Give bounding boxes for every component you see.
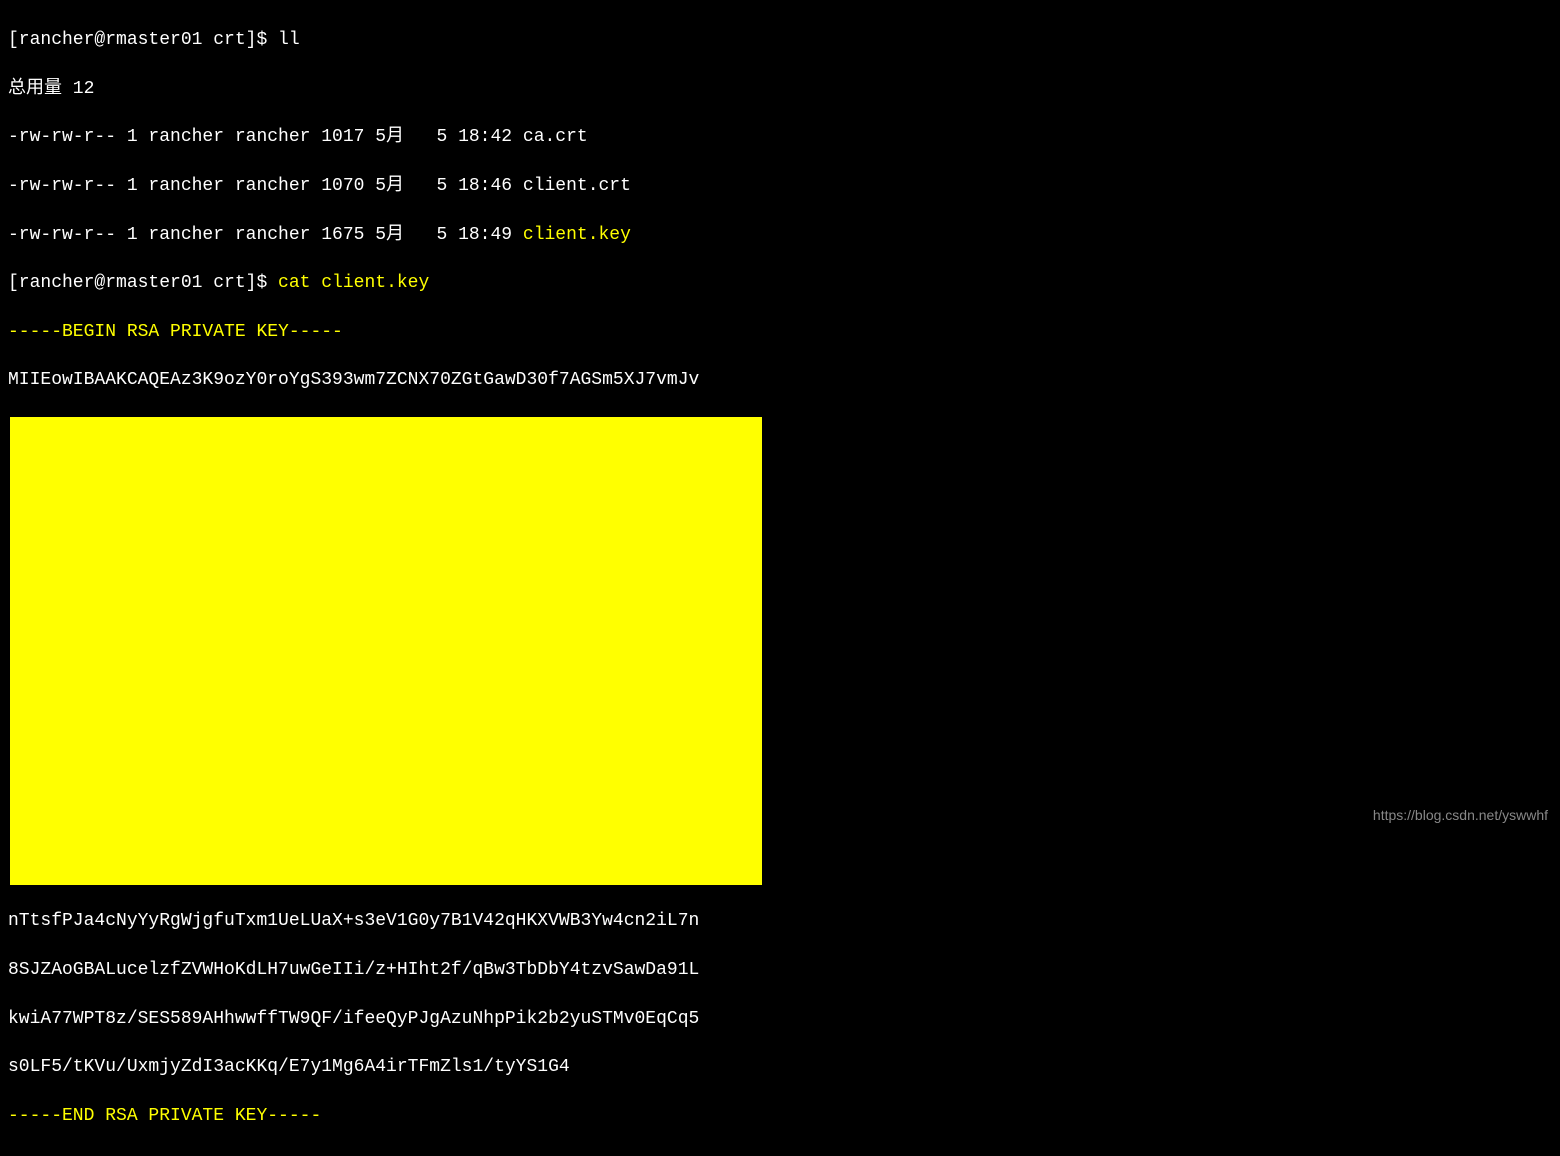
command-line-2: [rancher@rmaster01 crt]$ cat client.key [8, 271, 1552, 295]
redacted-key-content [10, 417, 762, 885]
command-cat: cat client.key [278, 273, 429, 293]
key-end-marker: -----END RSA PRIVATE KEY----- [8, 1104, 1552, 1128]
key-content-tail-3: kwiA77WPT8z/SES589AHhwwffTW9QF/ifeeQyPJg… [8, 1007, 1552, 1031]
key-content-tail-1: nTtsfPJa4cNyYyRgWjgfuTxm1UeLUaX+s3eV1G0y… [8, 909, 1552, 933]
file-perms-3: -rw-rw-r-- 1 rancher rancher 1675 5月 5 1… [8, 225, 523, 245]
file-perms-1: -rw-rw-r-- 1 rancher rancher 1017 5月 5 1… [8, 127, 523, 147]
prompt-2: [rancher@rmaster01 crt]$ [8, 273, 278, 293]
watermark-text: https://blog.csdn.net/yswwhf [1373, 806, 1548, 825]
key-begin-marker: -----BEGIN RSA PRIVATE KEY----- [8, 320, 1552, 344]
file-name-1: ca.crt [523, 127, 588, 147]
file-row-1: -rw-rw-r-- 1 rancher rancher 1017 5月 5 1… [8, 125, 1552, 149]
prompt-1: [rancher@rmaster01 crt]$ [8, 30, 278, 50]
file-name-2: client.crt [523, 176, 631, 196]
file-name-3: client.key [523, 225, 631, 245]
file-row-2: -rw-rw-r-- 1 rancher rancher 1070 5月 5 1… [8, 174, 1552, 198]
key-content-tail-2: 8SJZAoGBALucelzfZVWHoKdLH7uwGeIIi/z+HIht… [8, 958, 1552, 982]
command-ll: ll [278, 30, 300, 50]
command-line-1: [rancher@rmaster01 crt]$ ll [8, 28, 1552, 52]
file-perms-2: -rw-rw-r-- 1 rancher rancher 1070 5月 5 1… [8, 176, 523, 196]
key-content-tail-4: s0LF5/tKVu/UxmjyZdI3acKKq/E7y1Mg6A4irTFm… [8, 1055, 1552, 1079]
total-line: 总用量 12 [8, 77, 1552, 101]
terminal-output: [rancher@rmaster01 crt]$ ll 总用量 12 -rw-r… [0, 0, 1560, 1156]
key-content-line-1: MIIEowIBAAKCAQEAz3K9ozY0roYgS393wm7ZCNX7… [8, 368, 1552, 392]
file-row-3: -rw-rw-r-- 1 rancher rancher 1675 5月 5 1… [8, 223, 1552, 247]
